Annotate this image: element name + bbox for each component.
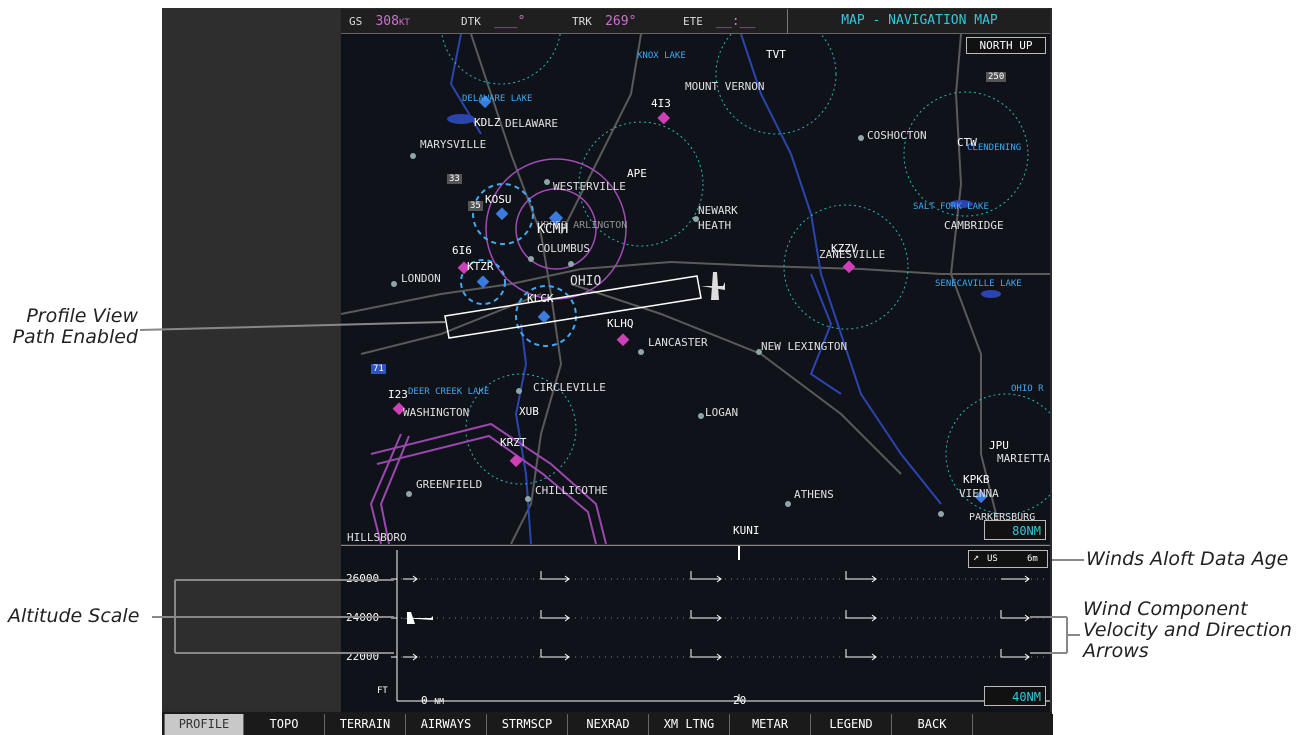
callout-profile-path: Profile View Path Enabled xyxy=(12,305,138,348)
callout-altitude-scale: Altitude Scale xyxy=(8,605,140,627)
callout-wind-arrows: Wind Component Velocity and Direction Arro… xyxy=(1083,598,1292,662)
callout-winds-age: Winds Aloft Data Age xyxy=(1086,548,1289,570)
